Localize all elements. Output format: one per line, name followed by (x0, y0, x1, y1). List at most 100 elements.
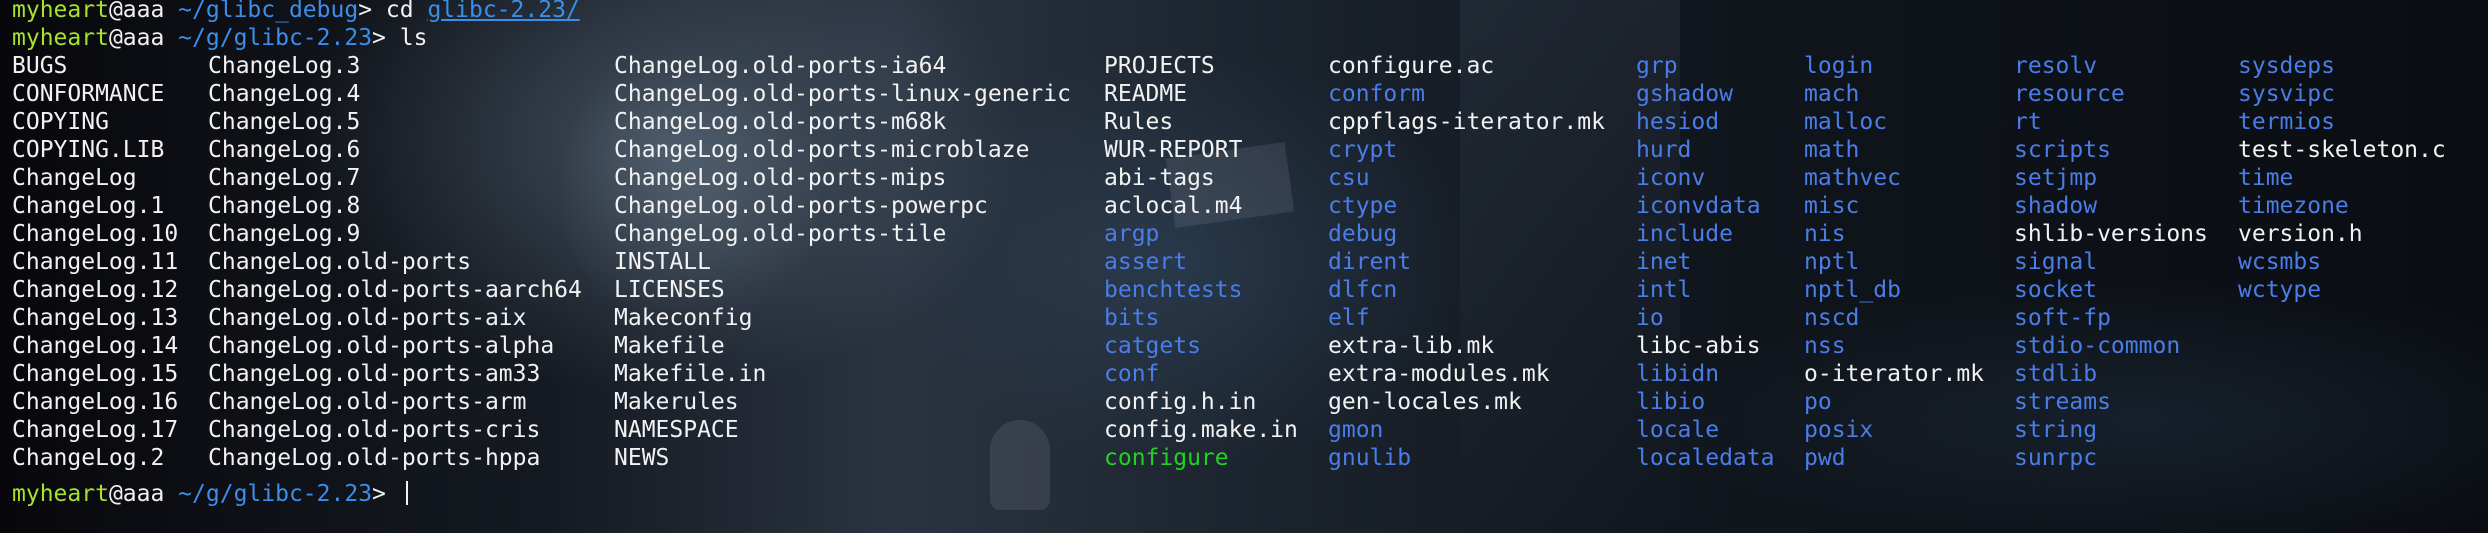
file-entry: ChangeLog.old-ports-mips (614, 165, 947, 191)
directory-entry: nptl_db (1804, 277, 1901, 303)
file-entry: ChangeLog.4 (208, 81, 361, 107)
directory-entry: catgets (1104, 333, 1201, 359)
file-entry: Makeconfig (614, 305, 753, 331)
directory-entry: rt (2014, 109, 2042, 135)
file-entry: INSTALL (614, 249, 711, 275)
directory-entry: login (1804, 53, 1874, 79)
directory-entry: gnulib (1328, 445, 1412, 471)
directory-entry: gshadow (1636, 81, 1733, 107)
file-entry: ChangeLog.17 (12, 417, 179, 443)
directory-entry: intl (1636, 277, 1692, 303)
file-entry: NEWS (614, 445, 670, 471)
directory-entry: elf (1328, 305, 1370, 331)
file-entry: shlib-versions (2014, 221, 2208, 247)
directory-entry: wctype (2238, 277, 2322, 303)
directory-entry: argp (1104, 221, 1160, 247)
command-argument-link[interactable]: glibc-2.23/ (427, 0, 579, 23)
directory-entry: dlfcn (1328, 277, 1398, 303)
file-entry: ChangeLog.old-ports-am33 (208, 361, 541, 387)
directory-entry: dirent (1328, 249, 1412, 275)
directory-entry: string (2014, 417, 2098, 443)
directory-entry: grp (1636, 53, 1678, 79)
prompt-line-current[interactable]: myheart@aaa ~/g/glibc-2.23> (12, 480, 408, 508)
file-entry: Rules (1104, 109, 1174, 135)
directory-entry: resolv (2014, 53, 2098, 79)
file-entry: ChangeLog (12, 165, 137, 191)
file-entry: gen-locales.mk (1328, 389, 1522, 415)
file-entry: CONFORMANCE (12, 81, 165, 107)
file-entry: ChangeLog.16 (12, 389, 179, 415)
file-entry: ChangeLog.old-ports-arm (208, 389, 527, 415)
prompt-symbol: > (358, 0, 386, 23)
directory-entry: stdlib (2014, 361, 2098, 387)
file-entry: ChangeLog.old-ports-tile (614, 221, 947, 247)
directory-entry: resource (2014, 81, 2125, 107)
directory-entry: gmon (1328, 417, 1384, 443)
file-entry: ChangeLog.3 (208, 53, 361, 79)
file-entry: ChangeLog.1 (12, 193, 165, 219)
file-entry: abi-tags (1104, 165, 1215, 191)
file-entry: BUGS (12, 53, 68, 79)
file-entry: Makefile.in (614, 361, 767, 387)
directory-entry: conform (1328, 81, 1425, 107)
terminal-window[interactable]: myheart@aaa ~/glibc_debug> cd glibc-2.23… (0, 0, 2488, 533)
directory-entry: assert (1104, 249, 1188, 275)
prompt-path: ~/glibc_debug (164, 0, 359, 23)
directory-entry: nscd (1804, 305, 1860, 331)
directory-entry: timezone (2238, 193, 2349, 219)
file-entry: extra-modules.mk (1328, 361, 1550, 387)
file-entry: LICENSES (614, 277, 725, 303)
file-entry: aclocal.m4 (1104, 193, 1243, 219)
file-entry: Makerules (614, 389, 739, 415)
directory-entry: mach (1804, 81, 1860, 107)
file-entry: config.h.in (1104, 389, 1257, 415)
directory-entry: nptl (1804, 249, 1860, 275)
directory-entry: soft-fp (2014, 305, 2111, 331)
file-entry: version.h (2238, 221, 2363, 247)
file-entry: COPYING.LIB (12, 137, 165, 163)
directory-entry: iconvdata (1636, 193, 1761, 219)
prompt-user: myheart (12, 481, 109, 507)
directory-entry: include (1636, 221, 1733, 247)
file-entry: ChangeLog.old-ports-hppa (208, 445, 541, 471)
directory-entry: libidn (1636, 361, 1720, 387)
file-entry: libc-abis (1636, 333, 1761, 359)
file-entry: ChangeLog.old-ports-aix (208, 305, 527, 331)
prompt-symbol: > (372, 25, 400, 51)
directory-entry: sysdeps (2238, 53, 2335, 79)
file-entry: ChangeLog.7 (208, 165, 361, 191)
directory-entry: scripts (2014, 137, 2111, 163)
directory-entry: bits (1104, 305, 1160, 331)
directory-entry: stdio-common (2014, 333, 2181, 359)
directory-entry: setjmp (2014, 165, 2098, 191)
prompt-symbol: > (372, 481, 400, 507)
directory-entry: crypt (1328, 137, 1398, 163)
directory-entry: libio (1636, 389, 1706, 415)
file-entry: ChangeLog.5 (208, 109, 361, 135)
file-entry: ChangeLog.8 (208, 193, 361, 219)
directory-entry: nis (1804, 221, 1846, 247)
file-entry: ChangeLog.14 (12, 333, 179, 359)
directory-entry: nss (1804, 333, 1846, 359)
file-entry: test-skeleton.c (2238, 137, 2446, 163)
file-entry: WUR-REPORT (1104, 137, 1243, 163)
directory-entry: malloc (1804, 109, 1888, 135)
command-text: ls (399, 25, 428, 51)
file-entry: cppflags-iterator.mk (1328, 109, 1605, 135)
directory-entry: socket (2014, 277, 2098, 303)
directory-entry: math (1804, 137, 1860, 163)
directory-entry: iconv (1636, 165, 1706, 191)
directory-entry: csu (1328, 165, 1370, 191)
directory-entry: signal (2014, 249, 2098, 275)
directory-entry: hurd (1636, 137, 1692, 163)
file-entry: ChangeLog.old-ports-alpha (208, 333, 555, 359)
prompt-path: ~/g/glibc-2.23 (164, 481, 373, 507)
file-entry: ChangeLog.6 (208, 137, 361, 163)
directory-entry: mathvec (1804, 165, 1901, 191)
file-entry: ChangeLog.9 (208, 221, 361, 247)
file-entry: ChangeLog.12 (12, 277, 179, 303)
file-entry: ChangeLog.old-ports-linux-generic (614, 81, 1071, 107)
file-entry: ChangeLog.2 (12, 445, 165, 471)
prompt-host: @aaa (108, 0, 165, 23)
directory-entry: benchtests (1104, 277, 1243, 303)
